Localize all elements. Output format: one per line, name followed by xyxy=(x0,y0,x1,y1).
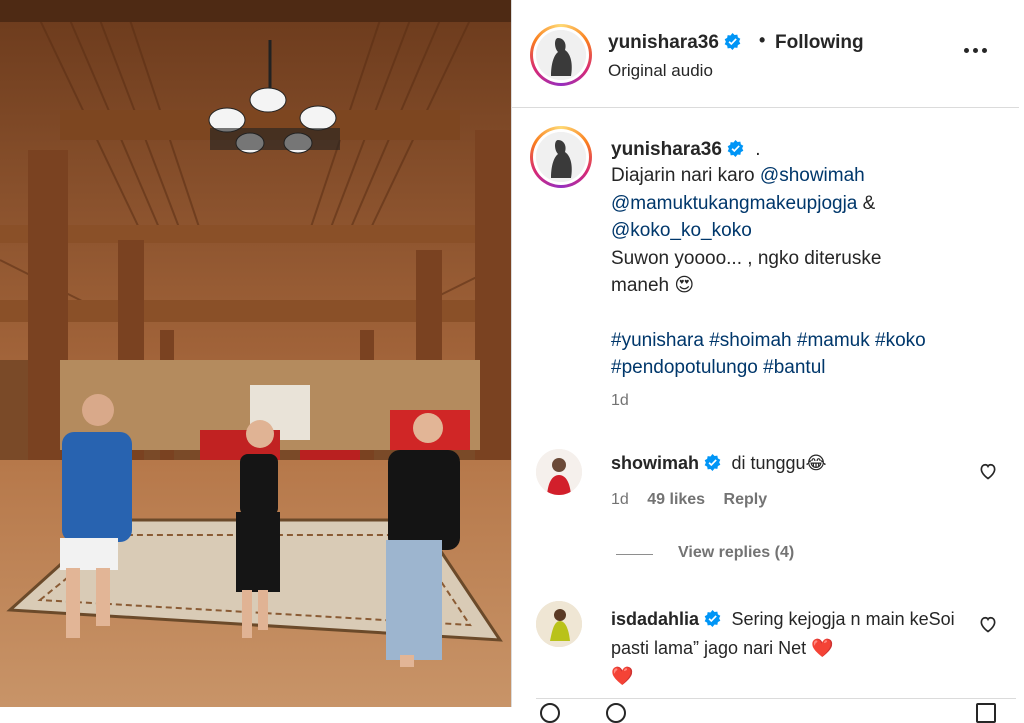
caption-username[interactable]: yunishara36 . xyxy=(611,139,760,161)
more-options-icon[interactable] xyxy=(962,40,990,60)
mention-koko[interactable]: @koko_ko_koko xyxy=(611,220,752,241)
comment-showimah: showimah di tunggu😂 xyxy=(611,453,827,474)
commenter-avatar-isdadahlia[interactable] xyxy=(536,601,582,647)
comment-username[interactable]: isdadahlia xyxy=(611,609,699,629)
avatar xyxy=(536,132,586,182)
original-audio-link[interactable]: Original audio xyxy=(608,61,713,81)
view-replies-divider xyxy=(616,554,653,555)
post-side-panel: yunishara36 • Following Original audio y… xyxy=(511,0,1019,723)
comment-likes[interactable]: 49 likes xyxy=(647,491,705,508)
laughing-emoji: 😂 xyxy=(805,453,827,473)
post-header: yunishara36 • Following Original audio xyxy=(512,0,1019,108)
save-icon[interactable] xyxy=(976,703,996,723)
heart-icon[interactable] xyxy=(978,614,998,634)
red-heart-emoji: ❤️ xyxy=(811,637,834,658)
caption-dot: . xyxy=(755,139,761,160)
video-frame xyxy=(0,0,511,707)
video-player[interactable] xyxy=(0,0,511,707)
hashtags-line-2[interactable]: #pendopotulungo #bantul xyxy=(611,354,1001,382)
caption-text: Diajarin nari karo @showimah @mamuktukan… xyxy=(611,162,1001,382)
caption-avatar[interactable] xyxy=(530,126,592,188)
comment-username[interactable]: showimah xyxy=(611,453,699,473)
commenter-avatar-showimah[interactable] xyxy=(536,449,582,495)
like-icon[interactable] xyxy=(540,703,560,723)
following-button[interactable]: Following xyxy=(775,32,864,54)
hashtags-line-1[interactable]: #yunishara #shoimah #mamuk #koko xyxy=(611,327,1001,355)
reply-button[interactable]: Reply xyxy=(724,491,768,508)
verified-badge-icon xyxy=(727,140,744,157)
mention-showimah[interactable]: @showimah xyxy=(760,165,865,186)
view-replies-button[interactable]: View replies (4) xyxy=(678,544,794,562)
header-username[interactable]: yunishara36 xyxy=(608,32,741,54)
comment-time[interactable]: 1d xyxy=(611,491,629,508)
red-heart-emoji: ❤️ xyxy=(611,666,634,686)
separator-dot: • xyxy=(759,30,766,50)
post-modal: yunishara36 • Following Original audio y… xyxy=(0,0,1024,723)
caption-timestamp[interactable]: 1d xyxy=(611,392,629,410)
heart-eyes-emoji: 😍 xyxy=(674,275,695,296)
comment-isdadahlia: isdadahlia Sering kejogja n main keSoi p… xyxy=(611,606,991,692)
verified-badge-icon xyxy=(704,454,721,471)
heart-icon[interactable] xyxy=(978,461,998,481)
comment-icon[interactable] xyxy=(606,703,626,723)
mention-mamuktukangmakeupjogja[interactable]: @mamuktukangmakeupjogja xyxy=(611,193,857,214)
avatar xyxy=(536,30,586,80)
story-ring-avatar[interactable] xyxy=(530,24,592,86)
comment-text: di tunggu xyxy=(731,453,806,473)
verified-badge-icon xyxy=(724,33,741,50)
verified-badge-icon xyxy=(704,610,721,627)
comment-meta: 1d 49 likes Reply xyxy=(611,491,767,509)
action-bar xyxy=(536,698,1016,723)
